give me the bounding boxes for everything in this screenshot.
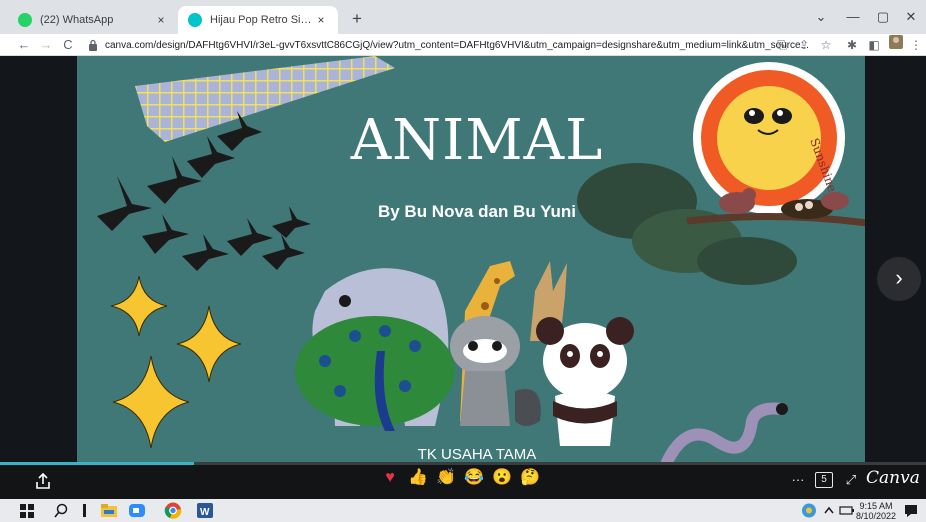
show-hidden-icons-icon[interactable]: [820, 502, 838, 519]
tab-title: Hijau Pop Retro Simpel Ilustrasi P: [210, 14, 314, 26]
clock-time: 9:15 AM: [859, 501, 893, 511]
tab-search-button[interactable]: ⌄: [806, 6, 836, 28]
whatsapp-icon: [18, 13, 32, 27]
slide-title: ANIMAL: [350, 108, 604, 173]
close-window-button[interactable]: ✕: [896, 6, 926, 28]
file-explorer-icon[interactable]: [100, 502, 118, 519]
clap-reaction-icon[interactable]: 👏: [436, 468, 456, 488]
screen: (22) WhatsApp × Hijau Pop Retro Simpel I…: [0, 0, 926, 522]
heart-reaction-icon[interactable]: ♥: [380, 468, 400, 488]
omnibox[interactable]: canva.com/design/DAFHtg6VHVI/r3eL-gvvT6x…: [88, 36, 810, 54]
address-bar-row: ← → C canva.com/design/DAFHtg6VHVI/r3eL-…: [0, 34, 926, 56]
browser-menu-icon[interactable]: ⋮: [906, 35, 926, 55]
canva-logo[interactable]: Canva: [866, 468, 920, 488]
tab-title: (22) WhatsApp: [40, 14, 114, 26]
sparkle-stars-decoration: [111, 276, 242, 449]
fullscreen-button[interactable]: ⤢: [842, 469, 860, 491]
close-tab-icon[interactable]: ×: [314, 13, 328, 27]
system-clock[interactable]: 9:15 AM 8/10/2022: [856, 501, 896, 521]
forward-button[interactable]: →: [36, 35, 56, 55]
canva-favicon-icon: [188, 13, 202, 27]
surprised-reaction-icon[interactable]: 😮: [492, 468, 512, 488]
network-icon[interactable]: [838, 502, 856, 519]
side-panel-icon[interactable]: ◧: [864, 35, 884, 55]
reactions-bar: ♥ 👍 👏 😂 😮 🤔: [380, 468, 540, 488]
search-icon[interactable]: [52, 502, 70, 519]
close-tab-icon[interactable]: ×: [154, 13, 168, 27]
birds-flock-decoration: [97, 111, 311, 271]
bookmark-star-icon[interactable]: ☆: [816, 35, 836, 55]
clock-date: 8/10/2022: [856, 511, 897, 521]
browser-tab-strip: (22) WhatsApp × Hijau Pop Retro Simpel I…: [0, 0, 926, 34]
url-text: canva.com/design/DAFHtg6VHVI/r3eL-gvvT6x…: [105, 39, 809, 51]
new-tab-button[interactable]: +: [346, 8, 368, 30]
slide-footer-text: TK USAHA TAMA: [417, 446, 537, 462]
progress-bar-track[interactable]: [194, 462, 926, 465]
more-options-button[interactable]: ···: [788, 469, 808, 491]
progress-bar-fill: [0, 462, 194, 465]
tab-whatsapp[interactable]: (22) WhatsApp ×: [8, 6, 178, 34]
extensions-icon[interactable]: ✱: [842, 35, 862, 55]
tab-canva[interactable]: Hijau Pop Retro Simpel Ilustrasi P ×: [178, 6, 338, 34]
animals-illustration: [295, 261, 634, 446]
slide: Sunshine ANIMAL By Bu Nova dan Bu Yuni T…: [77, 56, 865, 462]
next-slide-button[interactable]: ›: [877, 257, 921, 301]
video-call-app-icon[interactable]: [128, 502, 146, 519]
windows-taskbar: W 9:15 AM 8/10/2022: [0, 499, 926, 522]
restore-button[interactable]: ▢: [868, 6, 898, 28]
task-view-icon[interactable]: [76, 502, 94, 519]
presentation-viewport: Sunshine ANIMAL By Bu Nova dan Bu Yuni T…: [0, 56, 926, 462]
chrome-icon[interactable]: [164, 502, 182, 519]
laugh-reaction-icon[interactable]: 😂: [464, 468, 484, 488]
player-controls-bar: ♥ 👍 👏 😂 😮 🤔 ··· 5 ⤢ Canva: [0, 462, 926, 499]
svg-text:W: W: [200, 507, 210, 518]
reload-button[interactable]: C: [58, 35, 78, 55]
notifications-icon[interactable]: [902, 502, 920, 519]
thinking-reaction-icon[interactable]: 🤔: [520, 468, 540, 488]
system-tray-app-icon[interactable]: [800, 502, 818, 519]
minimize-button[interactable]: —: [838, 6, 868, 28]
thumbs-up-reaction-icon[interactable]: 👍: [408, 468, 428, 488]
worm-decoration: [661, 402, 788, 462]
windows-start-icon[interactable]: [18, 502, 36, 519]
page-count-button[interactable]: 5: [815, 472, 833, 488]
share-icon[interactable]: [33, 471, 53, 491]
slide-subtitle: By Bu Nova dan Bu Yuni: [377, 202, 577, 221]
back-button[interactable]: ←: [14, 35, 34, 55]
profile-avatar-icon[interactable]: [886, 35, 906, 55]
share-page-icon[interactable]: ⇪: [794, 35, 814, 55]
lock-icon: [89, 39, 97, 51]
word-icon[interactable]: W: [196, 502, 214, 519]
translate-icon[interactable]: ⎘: [772, 35, 792, 55]
